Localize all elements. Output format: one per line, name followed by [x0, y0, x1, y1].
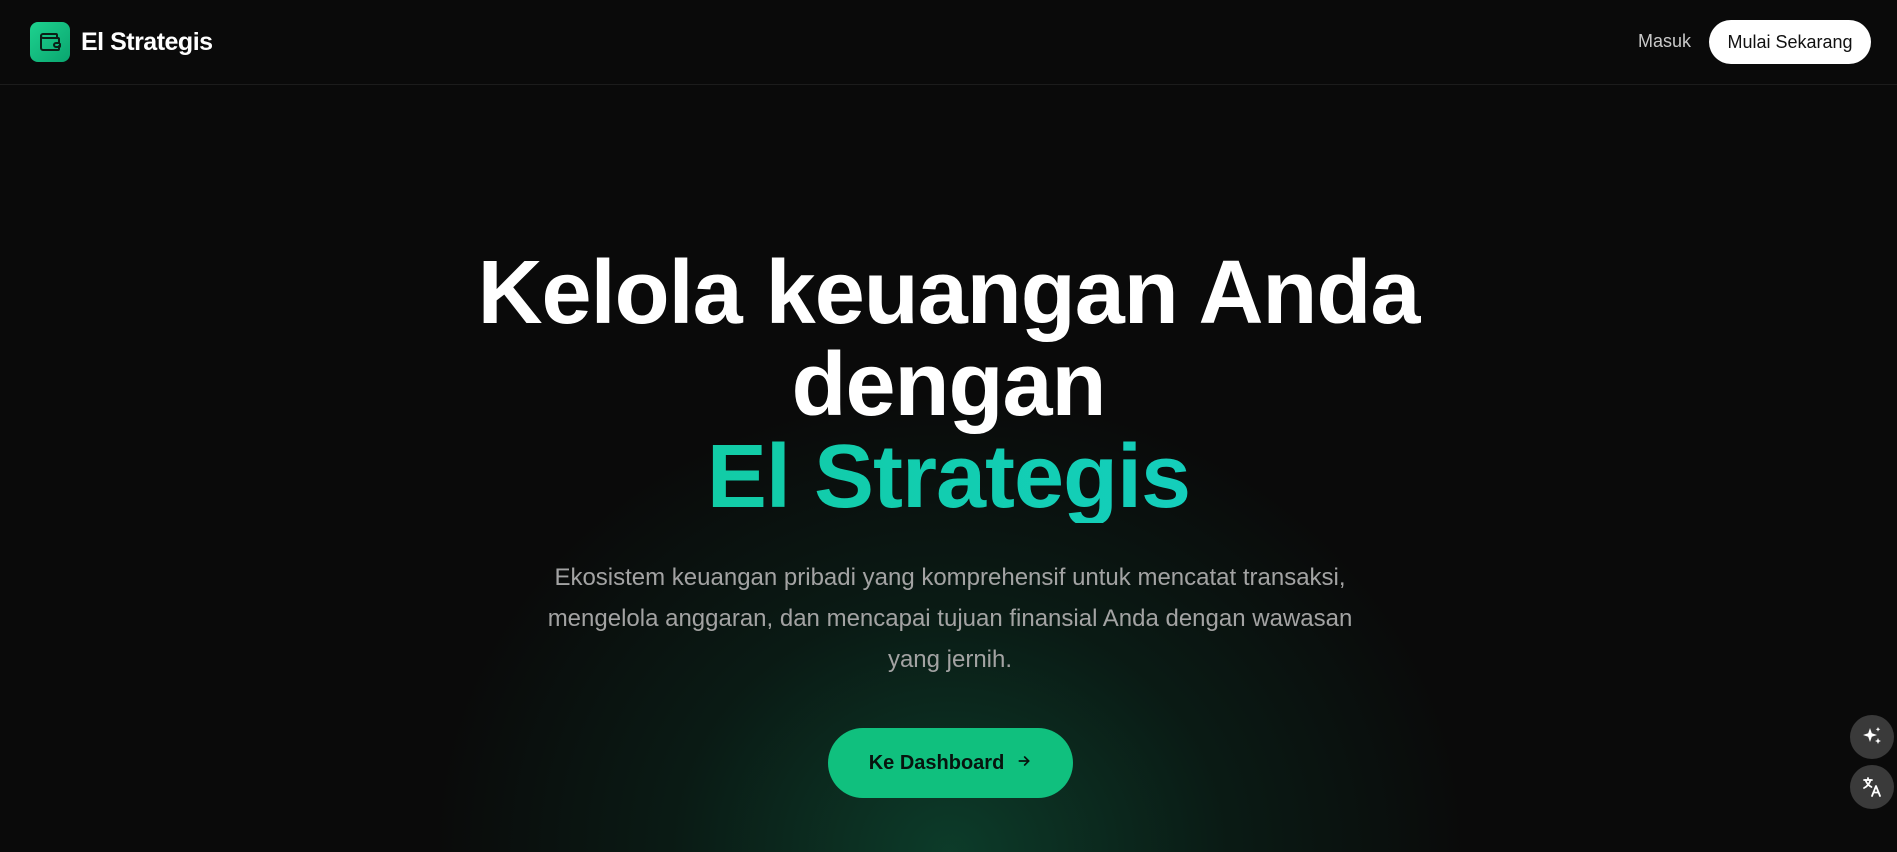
login-link[interactable]: Masuk	[1638, 31, 1691, 52]
hero-title-accent: El Strategis	[0, 431, 1897, 523]
brand-name: El Strategis	[81, 27, 213, 56]
landing-page: El Strategis Masuk Mulai Sekarang Kelola…	[0, 0, 1897, 852]
dashboard-button[interactable]: Ke Dashboard	[828, 728, 1073, 798]
brand-logo[interactable]: El Strategis	[30, 22, 213, 62]
arrow-right-icon	[1016, 752, 1032, 775]
hero-subtitle: Ekosistem keuangan pribadi yang komprehe…	[547, 564, 1353, 673]
top-navbar: El Strategis Masuk Mulai Sekarang	[0, 0, 1897, 85]
dashboard-button-label: Ke Dashboard	[868, 751, 1005, 774]
hero-title: Kelola keuangan Anda dengan El Strategis	[0, 247, 1897, 523]
sparkle-icon[interactable]	[1850, 715, 1894, 759]
translate-icon[interactable]	[1850, 765, 1894, 809]
hero-title-line-2: dengan	[791, 335, 1106, 435]
get-started-button[interactable]: Mulai Sekarang	[1709, 20, 1871, 64]
wallet-icon	[30, 22, 70, 62]
hero-title-line-1: Kelola keuangan Anda	[477, 243, 1421, 343]
